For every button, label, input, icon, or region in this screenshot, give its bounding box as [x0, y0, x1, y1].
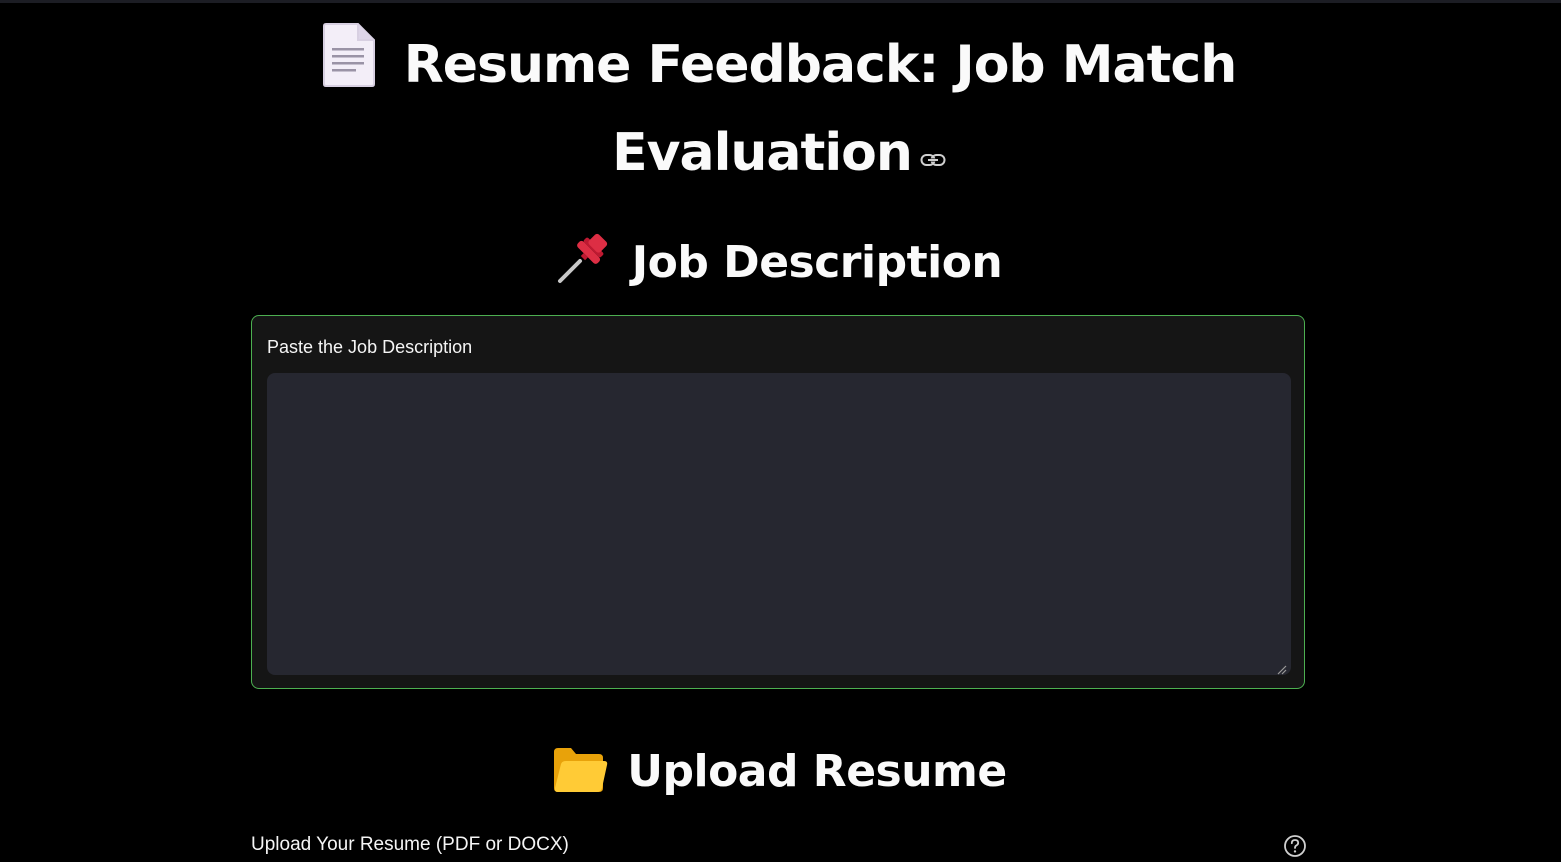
- job-description-label: Paste the Job Description: [267, 337, 473, 357]
- pushpin-icon: [556, 229, 614, 301]
- job-description-form: Paste the Job Description: [251, 315, 1305, 689]
- upload-resume-heading: Upload Resume: [251, 742, 1307, 810]
- folder-icon: [551, 744, 609, 810]
- page-title-line-1: Resume Feedback: Job Match: [251, 22, 1307, 111]
- job-description-heading: Job Description: [251, 229, 1307, 301]
- page-title-text-2: Evaluation: [612, 123, 913, 183]
- textarea-resize-handle[interactable]: [1277, 660, 1287, 675]
- upload-resume-heading-text: Upload Resume: [627, 746, 1007, 797]
- help-circle-icon[interactable]: [1283, 834, 1307, 858]
- top-decoration-bar: [0, 0, 1561, 3]
- page-title-line-2: Evaluation: [251, 111, 1307, 193]
- page-title: Resume Feedback: Job Match Evaluation: [251, 22, 1307, 193]
- page-title-text-1: Resume Feedback: Job Match: [403, 35, 1238, 95]
- job-description-textarea[interactable]: [267, 373, 1291, 675]
- page-document-icon: [322, 22, 376, 111]
- resume-uploader-label: Upload Your Resume (PDF or DOCX): [251, 834, 569, 855]
- job-description-heading-text: Job Description: [631, 237, 1003, 288]
- link-icon[interactable]: [920, 111, 946, 191]
